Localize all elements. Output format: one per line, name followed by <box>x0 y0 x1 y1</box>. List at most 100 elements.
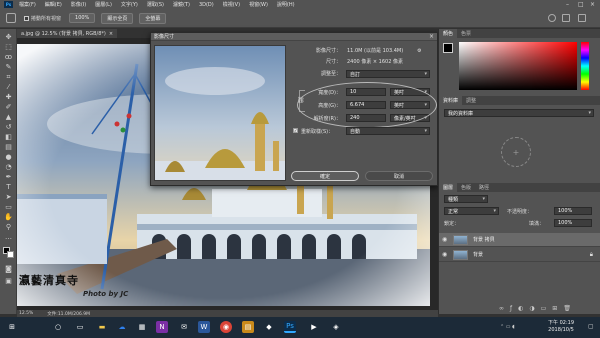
trash-icon[interactable]: 🗑︎ <box>563 305 571 312</box>
blend-mode-select[interactable]: 正常 ▾ <box>444 207 499 215</box>
photoshop-logo[interactable]: Ps <box>4 1 13 8</box>
pen-tool-icon[interactable]: ✒ <box>4 173 13 181</box>
menu-select[interactable]: 選取(S) <box>147 1 164 8</box>
tab-channels[interactable]: 色版 <box>457 183 475 192</box>
tab-adjustments[interactable]: 調整 <box>462 96 480 105</box>
color-fg-swatch[interactable] <box>443 43 453 53</box>
fit-screen-button[interactable]: 顯示全頁 <box>101 12 134 24</box>
more-tools-icon[interactable]: … <box>4 233 13 241</box>
eye-icon[interactable]: ◉ <box>442 236 450 243</box>
scroll-all-windows-checkbox[interactable] <box>24 15 29 21</box>
lasso-tool-icon[interactable]: ꝏ <box>4 53 13 61</box>
quick-mask-icon[interactable]: ◙ <box>4 265 13 273</box>
search-icon[interactable] <box>548 14 556 22</box>
marquee-tool-icon[interactable]: ⬚ <box>4 43 13 51</box>
screen-mode-icon[interactable]: ▣ <box>4 277 13 285</box>
eyedropper-tool-icon[interactable]: ⁄ <box>4 83 13 91</box>
stamp-tool-icon[interactable]: ▲ <box>4 113 13 121</box>
shape-tool-icon[interactable]: ▭ <box>4 203 13 211</box>
menu-3d[interactable]: 3D(D) <box>199 2 214 8</box>
folder-icon[interactable]: ▬ <box>96 321 108 333</box>
resample-checkbox[interactable]: ✓ <box>293 128 298 133</box>
menu-filter[interactable]: 濾鏡(T) <box>173 1 190 8</box>
minimize-icon[interactable]: – <box>566 1 569 8</box>
hand-tool-icon[interactable]: ✋ <box>4 213 13 221</box>
status-zoom[interactable]: 12.5% <box>19 311 33 316</box>
menu-view[interactable]: 檢視(V) <box>223 1 240 8</box>
menu-type[interactable]: 文字(Y) <box>121 1 138 8</box>
share-icon[interactable] <box>578 14 586 22</box>
mask-icon[interactable]: ◐ <box>518 305 523 312</box>
photoshop-taskbar-icon[interactable]: Ps <box>284 321 296 333</box>
tray-icons[interactable]: ⌃ ▭ ◖ <box>500 324 515 330</box>
notification-icon[interactable]: ▢ <box>588 323 594 330</box>
move-tool-icon[interactable]: ✥ <box>4 33 13 41</box>
dialog-titlebar[interactable]: 影像尺寸 × <box>151 33 437 41</box>
fit-to-select[interactable]: 自訂 ▾ <box>346 70 430 78</box>
hand-tool-icon[interactable] <box>6 13 16 23</box>
task-view-icon[interactable]: ▭ <box>74 321 86 333</box>
onenote-icon[interactable]: N <box>156 321 168 333</box>
gradient-tool-icon[interactable]: ▤ <box>4 143 13 151</box>
tab-paths[interactable]: 路徑 <box>475 183 493 192</box>
zoom-tool-icon[interactable]: ⚲ <box>4 223 13 231</box>
layer-filter-kind[interactable]: 種類 ▾ <box>444 195 488 203</box>
media-icon[interactable]: ▶ <box>308 321 320 333</box>
crop-tool-icon[interactable]: ⌗ <box>4 73 13 81</box>
layer-row[interactable]: ◉ 背景 拷貝 <box>439 233 600 247</box>
eraser-tool-icon[interactable]: ◧ <box>4 133 13 141</box>
quick-select-tool-icon[interactable]: ✎ <box>4 63 13 71</box>
opacity-input[interactable]: 100% <box>554 207 592 215</box>
color-field[interactable] <box>459 42 577 90</box>
ok-button[interactable]: 確定 <box>291 171 359 181</box>
document-tab[interactable]: a.jpg @ 12.5% (背景 拷貝, RGB/8*) × <box>17 29 117 38</box>
dialog-preview[interactable] <box>154 45 286 181</box>
resample-select[interactable]: 自動 ▾ <box>346 127 430 135</box>
search-icon[interactable]: ○ <box>52 321 64 333</box>
app-icon[interactable]: ◆ <box>263 321 275 333</box>
mail-icon[interactable]: ✉ <box>178 321 190 333</box>
cancel-button[interactable]: 取消 <box>365 171 433 181</box>
library-dropdown[interactable]: 我的資料庫 ▾ <box>444 109 594 117</box>
healing-tool-icon[interactable]: ✚ <box>4 93 13 101</box>
onedrive-icon[interactable]: ☁ <box>116 321 128 333</box>
store-icon[interactable]: ▦ <box>136 321 148 333</box>
close-document-icon[interactable]: × <box>109 31 113 37</box>
word-icon[interactable]: W <box>198 321 210 333</box>
close-window-icon[interactable]: × <box>590 1 595 8</box>
fill-input[interactable]: 100% <box>554 219 592 227</box>
menu-layer[interactable]: 圖層(L) <box>95 1 112 8</box>
workspace-icon[interactable] <box>562 14 570 22</box>
eye-icon[interactable]: ◉ <box>442 251 450 258</box>
link-layers-icon[interactable]: ∞ <box>499 305 504 312</box>
tab-color[interactable]: 顏色 <box>439 29 458 38</box>
chrome-icon[interactable]: ◉ <box>220 321 232 333</box>
history-brush-icon[interactable]: ↺ <box>4 123 13 131</box>
maximize-icon[interactable]: □ <box>578 1 584 8</box>
path-select-icon[interactable]: ➤ <box>4 193 13 201</box>
windows-start-icon[interactable]: ⊞ <box>6 321 18 333</box>
dodge-tool-icon[interactable]: ◔ <box>4 163 13 171</box>
menu-image[interactable]: 影像(I) <box>71 1 86 8</box>
menu-help[interactable]: 說明(H) <box>277 1 295 8</box>
hue-slider[interactable] <box>581 42 589 90</box>
fill-screen-button[interactable]: 全螢幕 <box>139 12 167 24</box>
clock[interactable]: 下午 02:19 2018/10/5 <box>548 320 574 334</box>
type-tool-icon[interactable]: T <box>4 183 13 191</box>
background-color-swatch[interactable] <box>7 251 14 258</box>
menu-file[interactable]: 檔案(F) <box>19 1 36 8</box>
tab-swatches[interactable]: 色票 <box>457 29 475 38</box>
dialog-close-icon[interactable]: × <box>429 33 434 40</box>
new-layer-icon[interactable]: ⊞ <box>552 305 557 312</box>
menu-edit[interactable]: 編輯(E) <box>45 1 62 8</box>
app-icon[interactable]: ◈ <box>330 321 342 333</box>
layer-row[interactable]: ◉ 背景 🔒︎ <box>439 248 600 262</box>
dialog-settings-gear-icon[interactable]: ⚙ <box>417 48 421 54</box>
tab-libraries[interactable]: 資料庫 <box>439 96 463 105</box>
zoom-100-button[interactable]: 100% <box>69 13 96 23</box>
fx-icon[interactable]: ƒ <box>510 305 512 312</box>
menu-window[interactable]: 視窗(W) <box>249 1 268 8</box>
adjustment-icon[interactable]: ◑ <box>529 305 534 312</box>
explorer-icon[interactable]: ▤ <box>242 321 254 333</box>
blur-tool-icon[interactable]: ● <box>4 153 13 161</box>
